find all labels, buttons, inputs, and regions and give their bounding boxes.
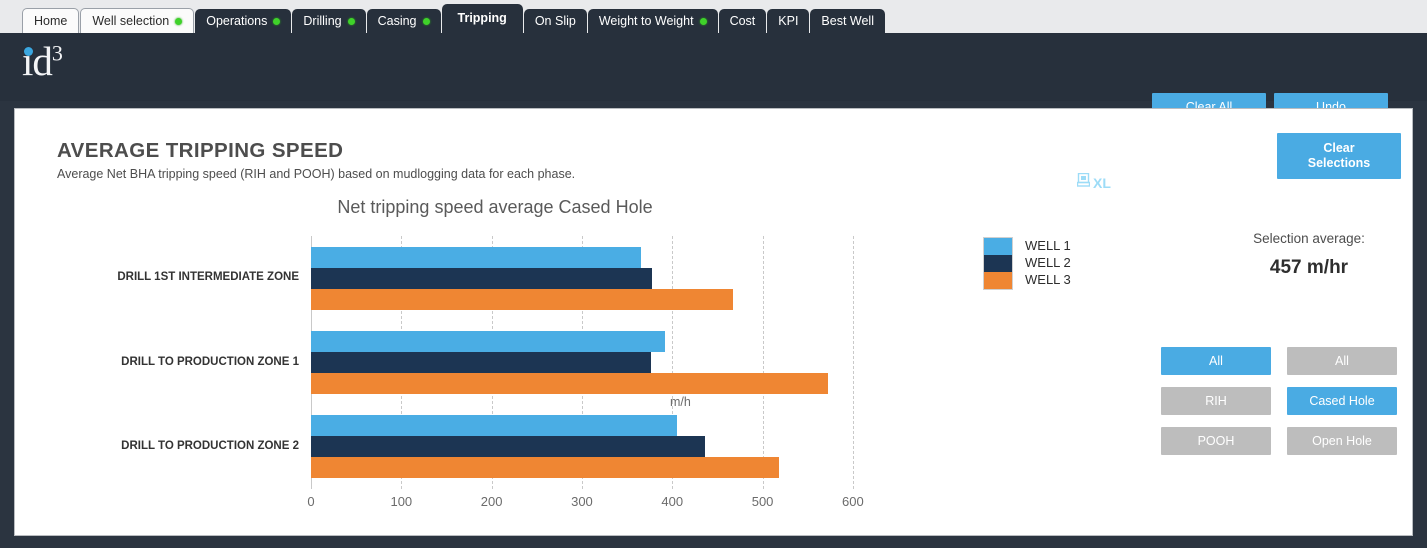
tab-label: Home (34, 14, 68, 28)
x-axis-unit-label: m/h (670, 395, 691, 409)
status-dot-icon (347, 17, 355, 25)
legend-swatch (984, 238, 1012, 255)
logo-superscript: 3 (51, 40, 63, 66)
export-grid-icon (1076, 172, 1091, 192)
chart-bar[interactable] (311, 457, 779, 479)
tab-label: Cost (729, 14, 756, 28)
status-dot-icon (699, 17, 707, 25)
x-axis-tick-label: 400 (661, 494, 684, 509)
legend-swatch-stack (983, 237, 1013, 290)
tab-label: KPI (778, 14, 799, 28)
chart-bar[interactable] (311, 246, 641, 268)
export-to-excel-control[interactable]: XL (1076, 172, 1111, 192)
legend-label[interactable]: WELL 2 (1025, 254, 1071, 271)
tab-label: On Slip (534, 14, 576, 28)
tab-weight-to-weight[interactable]: Weight to Weight (587, 9, 718, 33)
tab-operations[interactable]: Operations (195, 9, 292, 33)
chart-gridline (762, 236, 764, 489)
page-title: AVERAGE TRIPPING SPEED (57, 139, 344, 162)
tab-drilling[interactable]: Drilling (292, 9, 366, 33)
filter-hole-open-hole[interactable]: Open Hole (1287, 427, 1397, 455)
chart-bar[interactable] (311, 373, 829, 394)
tab-label: Weight to Weight (598, 14, 694, 28)
tab-tripping[interactable]: Tripping (441, 4, 523, 33)
application-window: Home Well selection Operations Drilling Casi… (0, 0, 1427, 548)
app-header: id3 Clear All Undo (0, 33, 1427, 119)
status-dot-icon (273, 17, 281, 25)
clear-selections-button[interactable]: Clear Selections (1277, 133, 1401, 179)
x-axis-tick-label: 600 (842, 494, 864, 509)
status-dot-icon (422, 17, 430, 25)
tab-home[interactable]: Home (22, 8, 80, 33)
content-panel: AVERAGE TRIPPING SPEED Average Net BHA t… (14, 108, 1413, 536)
x-axis-tick-label: 0 (307, 494, 315, 509)
chart-bar[interactable] (311, 352, 651, 373)
legend-swatch (984, 272, 1012, 289)
selection-average-value: 457 m/hr (1269, 257, 1349, 278)
chart-title: Net tripping speed average Cased Hole (337, 197, 653, 217)
category-label[interactable]: DRILL TO PRODUCTION ZONE 2 (121, 440, 299, 452)
x-axis-tick-label: 500 (751, 494, 774, 509)
selection-average-label: Selection average: (1253, 231, 1365, 246)
tab-label: Best Well (821, 14, 874, 28)
clear-selections-line2: Selections (1307, 156, 1371, 170)
chart-category-axis: DRILL 1ST INTERMEDIATE ZONE DRILL TO PROD… (15, 236, 307, 489)
tab-kpi[interactable]: KPI (767, 9, 810, 33)
x-axis-tick-label: 200 (480, 494, 503, 509)
chart-bar[interactable] (311, 288, 733, 310)
filter-trip-pooh[interactable]: POOH (1161, 427, 1271, 455)
chart-bar[interactable] (311, 267, 653, 289)
legend-label[interactable]: WELL 1 (1025, 237, 1071, 254)
tab-best-well[interactable]: Best Well (810, 9, 885, 33)
chart-bar[interactable] (311, 415, 677, 437)
x-axis-tick-label: 100 (390, 494, 413, 509)
tab-well-selection[interactable]: Well selection (80, 8, 195, 33)
app-logo: id3 (22, 38, 63, 84)
tab-label: Drilling (303, 14, 342, 28)
legend-label-stack: WELL 1 WELL 2 WELL 3 (1025, 237, 1071, 288)
tab-label: Operations (206, 14, 268, 28)
clear-selections-line1: Clear (1323, 141, 1355, 155)
tab-cost[interactable]: Cost (718, 9, 767, 33)
chart-gridline (852, 236, 854, 489)
export-label: XL (1093, 174, 1111, 191)
category-label[interactable]: DRILL 1ST INTERMEDIATE ZONE (117, 271, 299, 283)
tab-on-slip[interactable]: On Slip (523, 9, 587, 33)
filter-hole-all[interactable]: All (1287, 347, 1397, 375)
status-dot-icon (175, 17, 183, 25)
category-label[interactable]: DRILL TO PRODUCTION ZONE 1 (121, 356, 299, 368)
tab-label: Tripping (457, 11, 507, 25)
chart-bar[interactable] (311, 331, 666, 352)
filter-trip-rih[interactable]: RIH (1161, 387, 1271, 415)
filter-trip-all[interactable]: All (1161, 347, 1271, 375)
logo-dot-icon (24, 47, 33, 56)
filter-hole-cased-hole[interactable]: Cased Hole (1287, 387, 1397, 415)
legend-swatch (984, 255, 1012, 272)
logo-text: id (22, 38, 53, 84)
chart-bar[interactable] (311, 436, 705, 458)
x-axis-tick-label: 300 (571, 494, 593, 509)
bar-chart-plot-area: 0 100 200 300 400 500 600 (307, 236, 889, 509)
page-subtitle: Average Net BHA tripping speed (RIH and … (57, 167, 576, 181)
main-tab-bar: Home Well selection Operations Drilling Casi… (0, 0, 1427, 33)
tab-casing[interactable]: Casing (366, 9, 441, 33)
tab-label: Well selection (92, 14, 170, 28)
legend-label[interactable]: WELL 3 (1025, 271, 1071, 288)
tab-label: Casing (377, 14, 417, 28)
